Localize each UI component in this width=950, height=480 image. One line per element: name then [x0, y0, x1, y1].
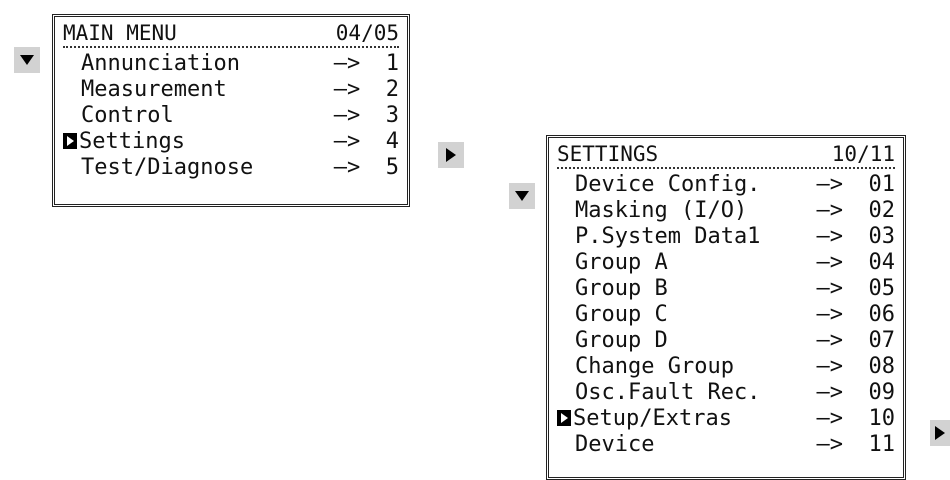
main-menu-item-number: 3 [385, 103, 399, 128]
settings-menu-item-label: Setup/Extras [573, 406, 732, 431]
settings-menu-item-label: Device [575, 432, 655, 457]
settings-menu-item-label: Group D [575, 328, 668, 353]
settings-menu-item-arrow: –> [816, 354, 844, 379]
down-arrow-button-settings[interactable] [509, 183, 535, 209]
triangle-down-icon [515, 191, 529, 201]
settings-menu-item-number: 07 [868, 328, 896, 353]
settings-menu-page: 10/11 [831, 142, 895, 166]
settings-menu-item-label: Group B [575, 276, 668, 301]
main-menu-page: 04/05 [335, 21, 399, 45]
right-arrow-button-main[interactable] [438, 142, 464, 168]
selection-cursor-icon [63, 133, 77, 149]
settings-menu-item-number: 11 [868, 432, 896, 457]
main-menu-item[interactable]: Settings –> 4 [63, 129, 399, 155]
main-menu-item-number: 1 [385, 51, 399, 76]
main-menu-item-label: Control [81, 103, 174, 128]
settings-menu-item-label: Device Config. [575, 172, 761, 197]
down-arrow-button-main[interactable] [14, 47, 40, 73]
settings-menu-item-label: Change Group [575, 354, 734, 379]
settings-menu-item[interactable]: Device Config. –> 01 [557, 172, 895, 198]
settings-menu-item-number: 08 [868, 354, 896, 379]
main-menu-panel: MAIN MENU 04/05 Annunciation –> 1 Measureme… [52, 14, 410, 207]
settings-menu-item[interactable]: Masking (I/O) –> 02 [557, 198, 895, 224]
main-menu-item-label: Test/Diagnose [81, 155, 254, 180]
settings-menu-item[interactable]: Group A –> 04 [557, 250, 895, 276]
main-menu-item[interactable]: Annunciation –> 1 [63, 51, 399, 77]
main-menu-item-number: 2 [385, 77, 399, 102]
main-menu-title: MAIN MENU [63, 21, 177, 45]
triangle-right-icon [446, 148, 456, 162]
settings-menu-item-number: 04 [868, 250, 896, 275]
settings-menu-item[interactable]: Group C –> 06 [557, 302, 895, 328]
settings-menu-item[interactable]: Group D –> 07 [557, 328, 895, 354]
main-menu-item-label: Measurement [81, 77, 227, 102]
settings-menu-item-arrow: –> [816, 302, 844, 327]
main-menu-item-arrow: –> [333, 155, 361, 180]
settings-menu-item[interactable]: P.System Data1 –> 03 [557, 224, 895, 250]
settings-menu-item-number: 09 [868, 380, 896, 405]
settings-menu-item[interactable]: Osc.Fault Rec. –> 09 [557, 380, 895, 406]
settings-menu-item-label: Group A [575, 250, 668, 275]
settings-menu-item-label: Masking (I/O) [575, 198, 748, 223]
settings-menu-item-arrow: –> [816, 224, 844, 249]
settings-menu-item[interactable]: Device –> 11 [557, 432, 895, 458]
main-menu-item-arrow: –> [333, 77, 361, 102]
triangle-right-icon [935, 426, 945, 440]
settings-menu-item-arrow: –> [816, 380, 844, 405]
settings-menu-item-number: 03 [868, 224, 896, 249]
settings-menu-header: SETTINGS 10/11 [557, 142, 895, 169]
settings-menu-item-arrow: –> [816, 276, 844, 301]
triangle-down-icon [20, 55, 34, 65]
settings-menu-item-number: 01 [868, 172, 896, 197]
settings-menu-item[interactable]: Change Group –> 08 [557, 354, 895, 380]
settings-menu-item-number: 05 [868, 276, 896, 301]
settings-menu-item-arrow: –> [816, 406, 844, 431]
settings-menu-item-arrow: –> [816, 198, 844, 223]
main-menu-item-number: 5 [385, 155, 399, 180]
selection-cursor-icon [557, 410, 571, 426]
settings-menu-panel: SETTINGS 10/11 Device Config. –> 01 Masking… [546, 135, 906, 480]
settings-menu-item[interactable]: Setup/Extras –> 10 [557, 406, 895, 432]
settings-menu-title: SETTINGS [557, 142, 659, 166]
right-arrow-button-settings[interactable] [930, 420, 950, 446]
main-menu-item-arrow: –> [333, 129, 361, 154]
settings-menu-item-arrow: –> [816, 328, 844, 353]
main-menu-item[interactable]: Control –> 3 [63, 103, 399, 129]
main-menu-item-number: 4 [385, 129, 399, 154]
main-menu-item[interactable]: Measurement –> 2 [63, 77, 399, 103]
settings-menu-item-label: P.System Data1 [575, 224, 761, 249]
settings-menu-item[interactable]: Group B –> 05 [557, 276, 895, 302]
main-menu-header: MAIN MENU 04/05 [63, 21, 399, 48]
main-menu-item-arrow: –> [333, 51, 361, 76]
settings-menu-item-number: 10 [868, 406, 896, 431]
settings-menu-item-arrow: –> [816, 250, 844, 275]
main-menu-item-arrow: –> [333, 103, 361, 128]
settings-menu-item-arrow: –> [816, 432, 844, 457]
main-menu-item-label: Settings [79, 129, 185, 154]
settings-menu-item-arrow: –> [816, 172, 844, 197]
main-menu-item-label: Annunciation [81, 51, 240, 76]
settings-menu-item-number: 06 [868, 302, 896, 327]
settings-menu-item-label: Group C [575, 302, 668, 327]
settings-menu-item-number: 02 [868, 198, 896, 223]
settings-menu-item-label: Osc.Fault Rec. [575, 380, 761, 405]
main-menu-item[interactable]: Test/Diagnose –> 5 [63, 155, 399, 181]
